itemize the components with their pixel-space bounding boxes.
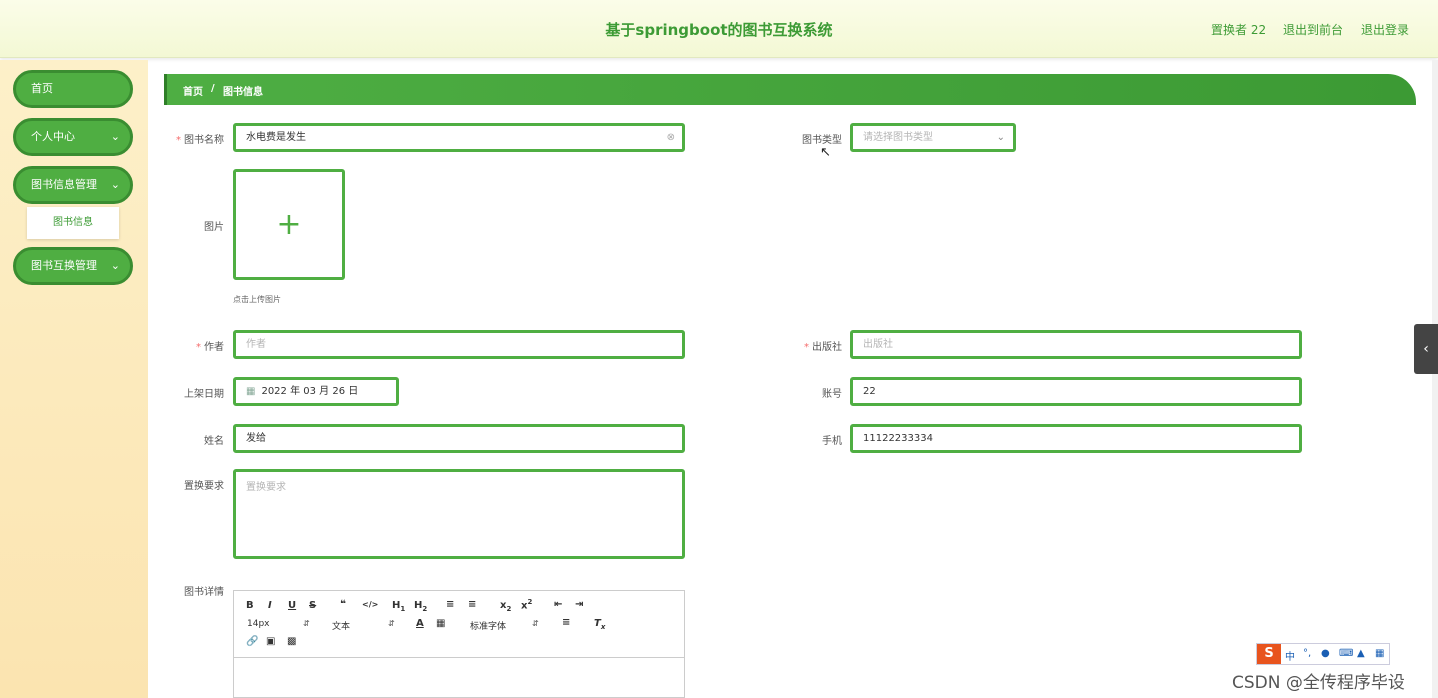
clear-icon[interactable]: ⊗ xyxy=(667,126,675,149)
top-header: 基于springboot的图书互换系统 置换者 22 退出到前台 退出登录 xyxy=(0,0,1438,58)
sidebar-item-book-info-management[interactable]: 图书信息管理 ⌄ xyxy=(13,166,133,204)
breadcrumb-home[interactable]: 首页 xyxy=(183,83,203,98)
skin-icon[interactable]: ▲ xyxy=(1357,648,1365,659)
font-family-select[interactable]: 标准字体 ⇵ xyxy=(470,619,546,632)
shelf-date-label: 上架日期 xyxy=(184,389,224,400)
sidebar-item-personal-center[interactable]: 个人中心 ⌄ xyxy=(13,118,133,156)
header1-icon[interactable]: H1 xyxy=(392,600,405,613)
strike-icon[interactable]: S xyxy=(309,600,316,611)
name-input[interactable]: 发给 xyxy=(233,424,685,453)
chevron-down-icon: ⌄ xyxy=(996,132,1005,143)
scrollbar[interactable] xyxy=(1432,60,1438,698)
account-input[interactable]: 22 xyxy=(850,377,1302,406)
book-name-label: * 图书名称 xyxy=(176,135,224,146)
breadcrumb: 首页 / 图书信息 xyxy=(164,74,1416,105)
sidebar-subitem-book-info[interactable]: 图书信息 xyxy=(27,207,119,239)
video-icon[interactable]: ▩ xyxy=(287,636,296,647)
required-asterisk: * xyxy=(176,135,181,146)
select-arrows-icon: ⇵ xyxy=(532,619,539,628)
required-asterisk: * xyxy=(196,342,201,353)
select-arrows-icon: ⇵ xyxy=(388,619,395,628)
header2-icon[interactable]: H2 xyxy=(414,600,427,613)
details-label: 图书详情 xyxy=(184,587,224,598)
drawer-toggle-button[interactable]: ‹ xyxy=(1414,324,1438,374)
phone-label: 手机 xyxy=(822,436,842,447)
upload-tip: 点击上传图片 xyxy=(233,295,281,304)
publisher-input[interactable]: 出版社 xyxy=(850,330,1302,359)
block-format-select[interactable]: 文本 ⇵ xyxy=(332,619,402,632)
exit-to-front-link[interactable]: 退出到前台 xyxy=(1283,21,1343,38)
breadcrumb-current: 图书信息 xyxy=(223,87,263,98)
watermark: CSDN @全传程序毕设 xyxy=(1232,673,1405,693)
rich-text-editor[interactable]: B I U S ❝ </> H1 H2 ≡ ≡ x2 x2 ⇤ ⇥ 14px ⇵… xyxy=(233,590,685,698)
bullet-list-icon[interactable]: ≡ xyxy=(468,599,476,610)
select-arrows-icon: ⇵ xyxy=(303,619,310,628)
sidebar-item-home[interactable]: 首页 xyxy=(13,70,133,108)
superscript-icon[interactable]: x2 xyxy=(521,598,532,611)
bold-icon[interactable]: B xyxy=(246,600,254,611)
shelf-date-picker[interactable]: ▦ 2022 年 03 月 26 日 xyxy=(233,377,399,406)
ordered-list-icon[interactable]: ≡ xyxy=(446,599,454,610)
logout-link[interactable]: 退出登录 xyxy=(1361,21,1409,38)
align-icon[interactable]: ≡ xyxy=(562,617,570,628)
book-type-select[interactable]: 请选择图书类型 ⌄ xyxy=(850,123,1016,152)
italic-icon[interactable]: I xyxy=(268,600,272,611)
phone-input[interactable]: 11122233334 xyxy=(850,424,1302,453)
author-input[interactable]: 作者 xyxy=(233,330,685,359)
font-size-select[interactable]: 14px ⇵ xyxy=(247,619,317,629)
image-icon[interactable]: ▣ xyxy=(266,636,275,647)
mouse-cursor-icon: ↖ xyxy=(820,145,831,160)
account-label: 账号 xyxy=(822,389,842,400)
requirement-textarea[interactable]: 置换要求 xyxy=(233,469,685,559)
current-user-label: 置换者 22 xyxy=(1211,23,1267,37)
publisher-label: * 出版社 xyxy=(804,342,842,353)
chevron-left-icon: ‹ xyxy=(1423,341,1429,357)
book-name-input[interactable]: 水电费是发生 ⊗ xyxy=(233,123,685,152)
outdent-icon[interactable]: ⇤ xyxy=(554,599,562,610)
calendar-icon: ▦ xyxy=(246,386,256,397)
requirement-label: 置换要求 xyxy=(184,481,224,492)
background-color-icon[interactable]: ▦ xyxy=(436,618,445,629)
sidebar-item-label: 首页 xyxy=(31,82,53,95)
sidebar-item-book-exchange-management[interactable]: 图书互换管理 ⌄ xyxy=(13,247,133,285)
book-type-label: 图书类型 xyxy=(802,135,842,146)
author-label: * 作者 xyxy=(196,342,224,353)
underline-icon[interactable]: U xyxy=(288,600,296,611)
breadcrumb-separator: / xyxy=(211,83,215,94)
sogou-logo-icon: S xyxy=(1257,644,1281,664)
chevron-down-icon: ⌄ xyxy=(110,259,120,272)
clear-format-icon[interactable]: Tx xyxy=(594,618,605,631)
editor-toolbar: B I U S ❝ </> H1 H2 ≡ ≡ x2 x2 ⇤ ⇥ 14px ⇵… xyxy=(234,591,684,658)
blockquote-icon[interactable]: ❝ xyxy=(340,599,346,610)
ime-toolbar: S 中 °, ● ⌨ ▲ ▦ xyxy=(1256,643,1390,665)
font-color-icon[interactable]: A xyxy=(416,618,424,629)
grid-icon[interactable]: ▦ xyxy=(1375,648,1384,659)
image-upload[interactable]: + xyxy=(233,169,345,280)
keyboard-icon[interactable]: ⌨ xyxy=(1339,648,1353,659)
name-label: 姓名 xyxy=(204,436,224,447)
punctuation-icon[interactable]: °, xyxy=(1303,648,1311,659)
plus-icon: + xyxy=(276,207,302,242)
subscript-icon[interactable]: x2 xyxy=(500,600,511,613)
microphone-icon[interactable]: ● xyxy=(1321,648,1330,659)
sidebar-item-label: 图书互换管理 xyxy=(31,259,97,272)
indent-icon[interactable]: ⇥ xyxy=(575,599,583,610)
sidebar-item-label: 个人中心 xyxy=(31,130,75,143)
link-icon[interactable]: 🔗 xyxy=(246,636,258,647)
chevron-down-icon: ⌄ xyxy=(110,178,120,191)
code-block-icon[interactable]: </> xyxy=(362,600,378,609)
sidebar-item-label: 图书信息管理 xyxy=(31,178,97,191)
chevron-down-icon: ⌄ xyxy=(110,130,120,143)
required-asterisk: * xyxy=(804,342,809,353)
ime-mode-label[interactable]: 中 xyxy=(1285,648,1295,663)
image-label: 图片 xyxy=(204,222,224,233)
